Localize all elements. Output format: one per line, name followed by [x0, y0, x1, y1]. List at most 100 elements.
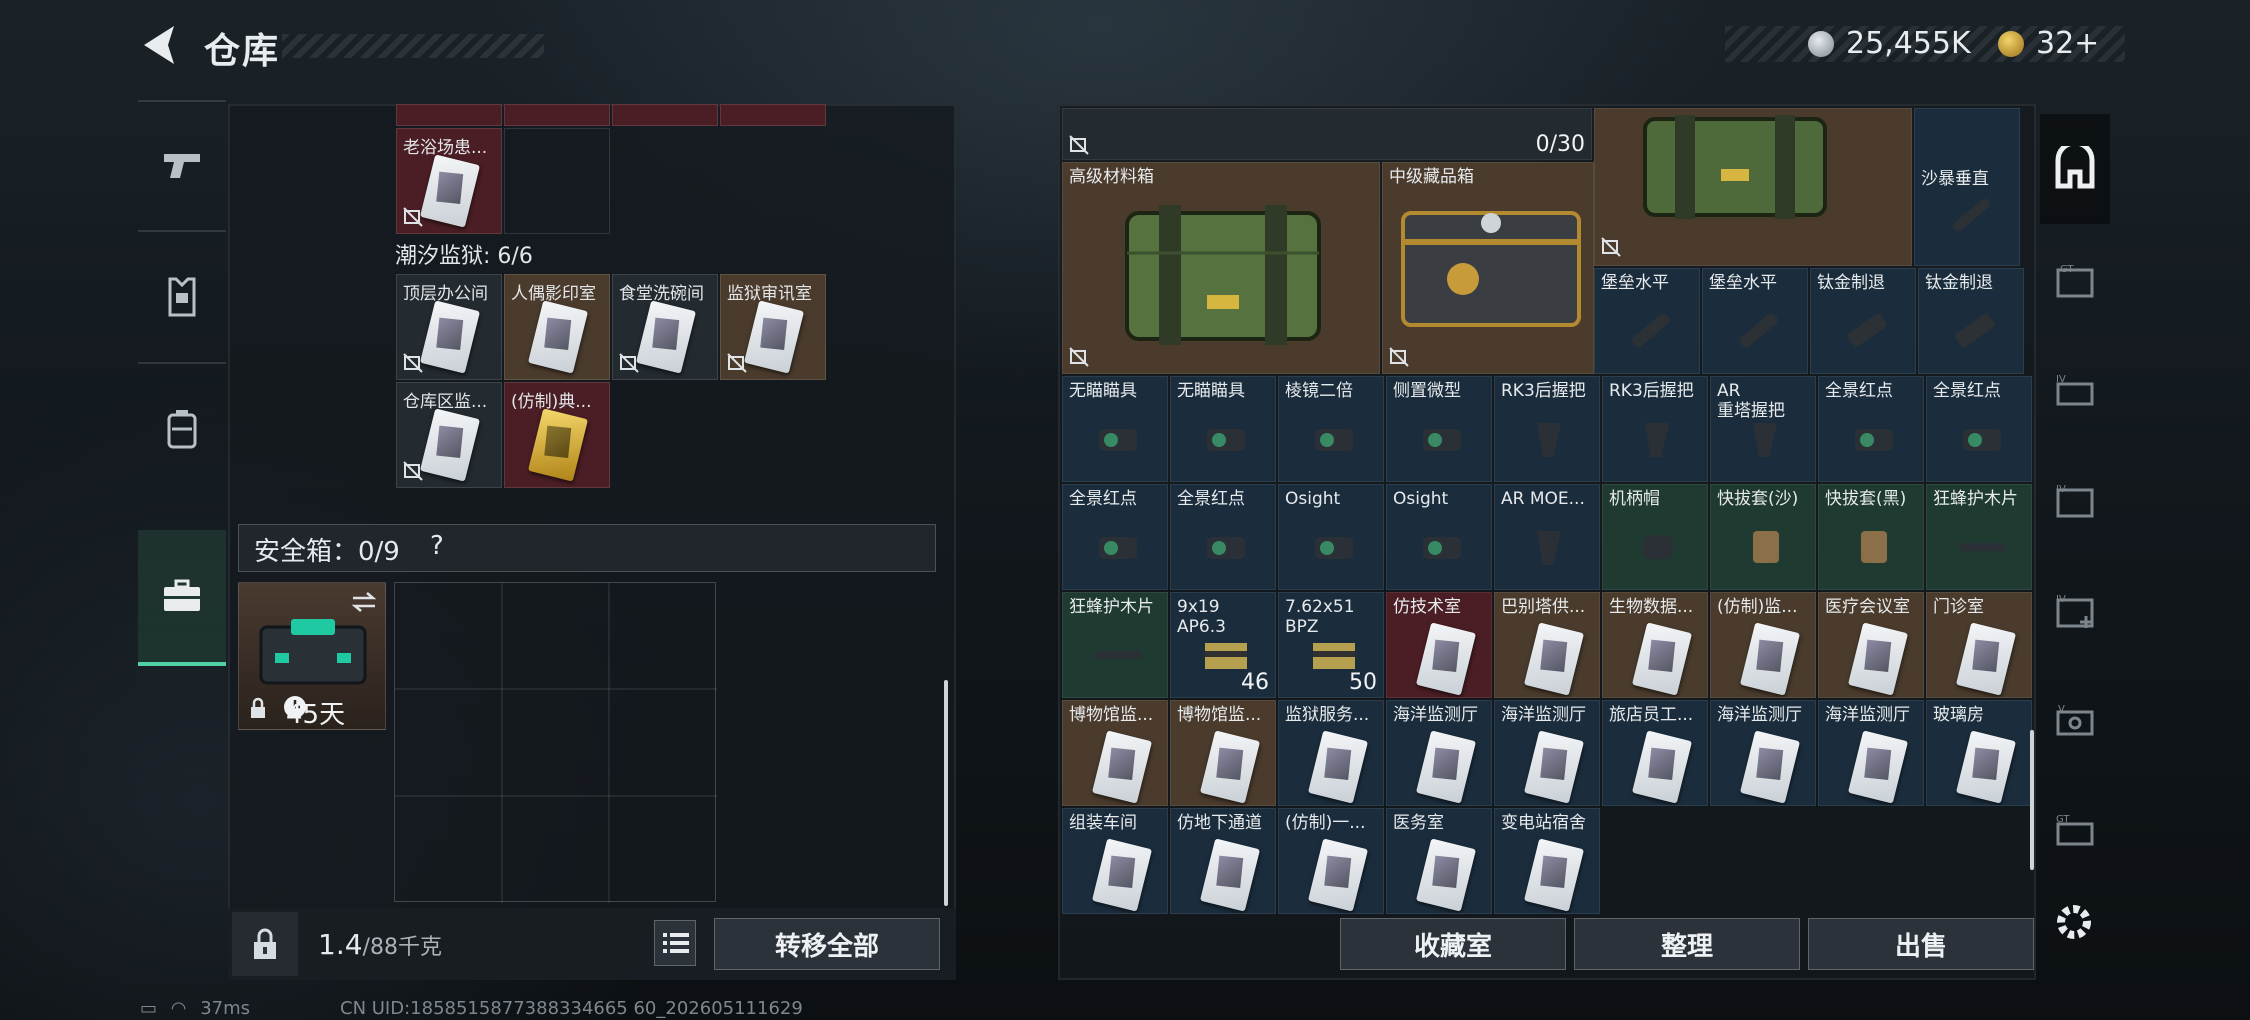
inventory-item[interactable]: 组装车间: [1062, 808, 1168, 914]
inventory-item[interactable]: 医务室: [1386, 808, 1492, 914]
gear-icon[interactable]: [2052, 900, 2096, 944]
filter-tab-gt[interactable]: GT: [2040, 232, 2110, 332]
inventory-item[interactable]: 快拔套(黑): [1818, 484, 1924, 590]
item-label: AR MOE...: [1501, 489, 1585, 509]
inventory-item[interactable]: 全景红点: [1818, 376, 1924, 482]
inventory-item[interactable]: 全景红点: [1062, 484, 1168, 590]
lock-button[interactable]: [232, 912, 298, 976]
inventory-item[interactable]: 玻璃房: [1926, 700, 2032, 806]
inventory-item[interactable]: Osight: [1278, 484, 1384, 590]
sell-button[interactable]: 出售: [1808, 918, 2034, 970]
inventory-item[interactable]: 无瞄瞄具: [1062, 376, 1168, 482]
inventory-item[interactable]: 变电站宿舍: [1494, 808, 1600, 914]
keycard-item[interactable]: 仓库区监...: [396, 382, 502, 488]
partial-item-row[interactable]: 0/30: [1062, 108, 1592, 160]
inventory-item[interactable]: AR MOE...: [1494, 484, 1600, 590]
scope-icon: [1423, 429, 1461, 451]
filter-tab-iv-1[interactable]: IV: [2040, 342, 2110, 442]
premium-currency-icon: [1998, 31, 2024, 57]
item-label: 人偶影印室: [511, 284, 596, 304]
inventory-item[interactable]: 博物馆监...: [1170, 700, 1276, 806]
inventory-item[interactable]: 棱镜二倍: [1278, 376, 1384, 482]
attachment-item[interactable]: 钛金制退: [1810, 268, 1916, 374]
empty-slot[interactable]: [504, 128, 610, 234]
backpack-tab[interactable]: [138, 364, 226, 494]
inventory-item[interactable]: RK3后握把: [1602, 376, 1708, 482]
inventory-item[interactable]: 侧置微型: [1386, 376, 1492, 482]
inventory-item[interactable]: 狂蜂护木片: [1062, 592, 1168, 698]
inventory-item[interactable]: 机柄帽: [1602, 484, 1708, 590]
inventory-item[interactable]: 监狱服务...: [1278, 700, 1384, 806]
filter-tab-v[interactable]: V: [2040, 672, 2110, 772]
inventory-item[interactable]: 博物馆监...: [1062, 700, 1168, 806]
inventory-item[interactable]: 医疗会议室: [1818, 592, 1924, 698]
keycard-item[interactable]: (仿制)典...: [504, 382, 610, 488]
attachment-item[interactable]: 堡垒水平: [1594, 268, 1700, 374]
all-items-tab[interactable]: [2040, 114, 2110, 224]
keycard-item[interactable]: 老浴场患...: [396, 128, 502, 234]
inventory-item[interactable]: 生物数据...: [1602, 592, 1708, 698]
keycard-item[interactable]: 顶层办公间: [396, 274, 502, 380]
armor-tab[interactable]: [138, 232, 226, 362]
safebox-grid[interactable]: [394, 582, 717, 903]
attachment-item[interactable]: 沙暴垂直: [1914, 108, 2020, 266]
inventory-item[interactable]: (仿制)一...: [1278, 808, 1384, 914]
inventory-item[interactable]: 7.62x51 BPZ 50: [1278, 592, 1384, 698]
title-decoration: [282, 34, 544, 58]
partial-item-slot[interactable]: [504, 104, 610, 126]
safebox-tab[interactable]: [138, 530, 226, 666]
inventory-item[interactable]: 快拔套(沙): [1710, 484, 1816, 590]
battery-icon: ▭: [140, 998, 158, 1019]
filter-tab-gt-2[interactable]: GT: [2040, 782, 2110, 882]
inventory-item[interactable]: 巴别塔供...: [1494, 592, 1600, 698]
inventory-item[interactable]: (仿制)监...: [1710, 592, 1816, 698]
inventory-item[interactable]: 全景红点: [1170, 484, 1276, 590]
transfer-all-button[interactable]: 转移全部: [714, 918, 940, 970]
inventory-item[interactable]: 狂蜂护木片: [1926, 484, 2032, 590]
scope-icon: [1099, 429, 1137, 451]
weapon-tab[interactable]: [138, 100, 226, 230]
weight-indicator: 1.4/88千克: [318, 928, 442, 961]
filter-tab-iv-3[interactable]: IV: [2040, 562, 2110, 662]
inventory-item[interactable]: 全景红点: [1926, 376, 2032, 482]
inventory-item[interactable]: 9x19 AP6.3 46: [1170, 592, 1276, 698]
keycard-icon: [1955, 730, 2017, 804]
inventory-item[interactable]: 海洋监测厅: [1818, 700, 1924, 806]
coin-balance[interactable]: 25,455K: [1846, 26, 1971, 61]
safebox-grid-lines: [395, 583, 717, 903]
collection-room-button[interactable]: 收藏室: [1340, 918, 1566, 970]
inventory-item[interactable]: 门诊室: [1926, 592, 2032, 698]
inventory-item[interactable]: 仿地下通道: [1170, 808, 1276, 914]
inventory-item[interactable]: 海洋监测厅: [1710, 700, 1816, 806]
inventory-item[interactable]: AR 重塔握把: [1710, 376, 1816, 482]
advanced-material-box[interactable]: 高级材料箱: [1062, 162, 1380, 374]
filter-tab-iv-2[interactable]: IV: [2040, 452, 2110, 552]
item-label: RK3后握把: [1501, 381, 1586, 401]
back-arrow-icon[interactable]: [138, 22, 182, 68]
material-box-item[interactable]: [1594, 108, 1912, 266]
inventory-item[interactable]: 无瞄瞄具: [1170, 376, 1276, 482]
keycard-item[interactable]: 人偶影印室: [504, 274, 610, 380]
partial-item-slot[interactable]: [396, 104, 502, 126]
inventory-item[interactable]: 旅店员工...: [1602, 700, 1708, 806]
no-trade-icon: [1069, 135, 1089, 155]
grip-icon: [1537, 531, 1561, 565]
list-view-button[interactable]: [654, 920, 696, 966]
inventory-item[interactable]: 海洋监测厅: [1494, 700, 1600, 806]
organize-button[interactable]: 整理: [1574, 918, 1800, 970]
inventory-item[interactable]: 仿技术室: [1386, 592, 1492, 698]
scrollbar[interactable]: [2030, 730, 2034, 870]
inventory-item[interactable]: 海洋监测厅: [1386, 700, 1492, 806]
partial-item-slot[interactable]: [612, 104, 718, 126]
inventory-item[interactable]: RK3后握把: [1494, 376, 1600, 482]
intermediate-collection-box[interactable]: 中级藏品箱: [1382, 162, 1594, 374]
premium-currency-balance[interactable]: 32+: [2036, 26, 2099, 61]
inventory-item[interactable]: Osight: [1386, 484, 1492, 590]
help-icon[interactable]: ?: [430, 531, 444, 561]
attachment-item[interactable]: 堡垒水平: [1702, 268, 1808, 374]
attachment-item[interactable]: 钛金制退: [1918, 268, 2024, 374]
keycard-item[interactable]: 监狱审讯室: [720, 274, 826, 380]
scrollbar[interactable]: [944, 680, 948, 906]
partial-item-slot[interactable]: [720, 104, 826, 126]
keycard-item[interactable]: 食堂洗碗间: [612, 274, 718, 380]
